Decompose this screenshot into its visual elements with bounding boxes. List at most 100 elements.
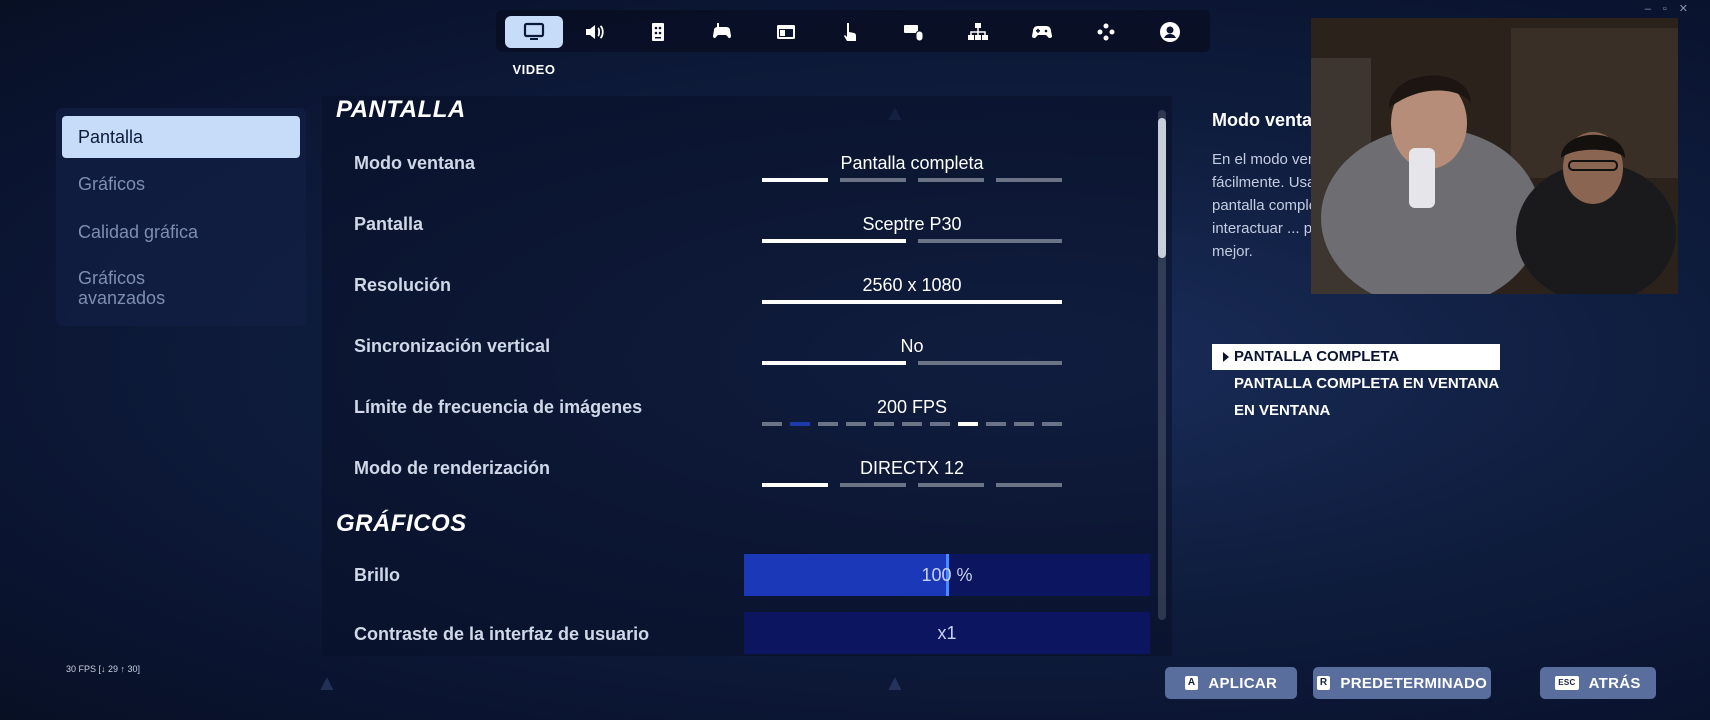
setting-label-brillo: Brillo bbox=[354, 565, 401, 585]
slider-value: 100 % bbox=[921, 565, 973, 585]
setting-label-limite-fps: Límite de frecuencia de imágenes bbox=[354, 397, 643, 417]
option-segment[interactable] bbox=[790, 422, 810, 426]
contraste-slider[interactable]: x1 bbox=[744, 612, 1150, 654]
decor-triangle: ▲ bbox=[316, 670, 338, 695]
option-segment[interactable] bbox=[902, 422, 922, 426]
account-icon bbox=[1160, 22, 1180, 42]
nav-item-graficos-avanzados[interactable]: Gráficos avanzados bbox=[62, 268, 212, 308]
option-segment[interactable] bbox=[762, 483, 828, 487]
option-segment[interactable] bbox=[840, 483, 906, 487]
nav-item-graficos[interactable]: Gráficos bbox=[62, 174, 300, 194]
option-segment[interactable] bbox=[762, 239, 906, 243]
fps-counter: 30 FPS [↓ 29 ↑ 30] bbox=[66, 664, 141, 674]
brillo-slider[interactable]: 100 % bbox=[744, 554, 1150, 596]
setting-value-pantalla[interactable]: Sceptre P30 bbox=[762, 214, 1062, 235]
tab-network[interactable] bbox=[949, 16, 1007, 48]
tab-gamepad[interactable] bbox=[1013, 16, 1071, 48]
setting-value-modo-ventana[interactable]: Pantalla completa bbox=[762, 153, 1062, 174]
option-pantalla-completa[interactable]: PANTALLA COMPLETA bbox=[1212, 344, 1500, 370]
option-segment[interactable] bbox=[986, 422, 1006, 426]
setting-value-sincronizacion[interactable]: No bbox=[762, 336, 1062, 357]
window-controls[interactable]: –▫✕ bbox=[1645, 2, 1700, 15]
tab-accessibility[interactable] bbox=[629, 16, 687, 48]
setting-segments[interactable] bbox=[762, 483, 1062, 487]
option-segment[interactable] bbox=[874, 422, 894, 426]
option-segment[interactable] bbox=[840, 178, 906, 182]
active-tab-caption: VIDEO bbox=[512, 62, 556, 77]
setting-value-limite-fps[interactable]: 200 FPS bbox=[762, 397, 1062, 418]
section-title-pantalla: PANTALLA bbox=[336, 96, 466, 123]
settings-scrollbar[interactable] bbox=[1158, 110, 1166, 620]
touch-hand-icon bbox=[844, 23, 856, 41]
setting-value-modo-renderizacion[interactable]: DIRECTX 12 bbox=[762, 458, 1062, 479]
option-segment[interactable] bbox=[846, 422, 866, 426]
predeterminado-button[interactable]: R PREDETERMINADO bbox=[1313, 667, 1491, 699]
section-title-graficos: GRÁFICOS bbox=[336, 510, 467, 537]
accessibility-icon bbox=[652, 23, 664, 41]
tab-video[interactable] bbox=[505, 16, 563, 48]
tab-controller-settings[interactable] bbox=[693, 16, 751, 48]
setting-segments[interactable] bbox=[762, 178, 1062, 182]
tab-audio[interactable] bbox=[565, 16, 623, 48]
settings-tab-bar bbox=[496, 10, 1210, 52]
option-segment[interactable] bbox=[762, 361, 906, 365]
key-hint: A bbox=[1184, 676, 1199, 690]
setting-label-pantalla: Pantalla bbox=[354, 214, 424, 234]
tab-touch[interactable] bbox=[821, 16, 879, 48]
setting-label-sincronizacion: Sincronización vertical bbox=[354, 336, 551, 356]
key-hint: R bbox=[1316, 676, 1331, 690]
gamepad-icon bbox=[1032, 26, 1052, 39]
window-icon bbox=[777, 25, 795, 39]
setting-label-resolucion: Resolución bbox=[354, 275, 452, 295]
option-segment[interactable] bbox=[918, 178, 984, 182]
option-segment[interactable] bbox=[762, 300, 1062, 304]
option-segment[interactable] bbox=[918, 239, 1062, 243]
button-label: ATRÁS bbox=[1588, 674, 1641, 692]
option-segment[interactable] bbox=[996, 178, 1062, 182]
option-en-ventana[interactable]: EN VENTANA bbox=[1212, 398, 1500, 424]
monitor-icon bbox=[523, 22, 545, 40]
controller-touch-icon bbox=[713, 23, 731, 39]
webcam-video-image bbox=[1311, 18, 1678, 294]
key-hint: ESC bbox=[1555, 676, 1579, 690]
nav-item-calidad-grafica[interactable]: Calidad gráfica bbox=[62, 222, 300, 242]
settings-panel: PANTALLA Modo ventana Pantalla completa … bbox=[322, 96, 1172, 656]
setting-segments[interactable] bbox=[762, 300, 1062, 304]
option-segment[interactable] bbox=[958, 422, 978, 426]
setting-value-resolucion[interactable]: 2560 x 1080 bbox=[762, 275, 1062, 296]
left-nav: Pantalla Gráficos Calidad gráfica Gráfic… bbox=[56, 108, 306, 326]
tab-interface[interactable] bbox=[757, 16, 815, 48]
option-segment[interactable] bbox=[1042, 422, 1062, 426]
button-label: PREDETERMINADO bbox=[1340, 674, 1488, 692]
option-segment[interactable] bbox=[762, 422, 782, 426]
network-icon bbox=[968, 23, 988, 40]
option-pantalla-completa-ventana[interactable]: PANTALLA COMPLETA EN VENTANA bbox=[1212, 371, 1500, 397]
aplicar-button[interactable]: A APLICAR bbox=[1165, 667, 1297, 699]
setting-label-modo-ventana: Modo ventana bbox=[354, 153, 476, 173]
webcam-overlay bbox=[1311, 18, 1678, 294]
option-segment[interactable] bbox=[918, 361, 1062, 365]
setting-label-contraste: Contraste de la interfaz de usuario bbox=[354, 624, 650, 644]
slider-value: x1 bbox=[937, 623, 957, 643]
dpad-icon bbox=[1097, 23, 1115, 41]
setting-segments[interactable] bbox=[762, 239, 1062, 243]
setting-segments[interactable] bbox=[762, 422, 1062, 426]
setting-label-modo-renderizacion: Modo de renderización bbox=[354, 458, 551, 478]
option-segment[interactable] bbox=[930, 422, 950, 426]
option-segment[interactable] bbox=[918, 483, 984, 487]
tab-controller-layout[interactable] bbox=[1077, 16, 1135, 48]
decor-triangle: ▲ bbox=[884, 670, 906, 695]
tab-keyboard-mouse[interactable] bbox=[885, 16, 943, 48]
tab-account[interactable] bbox=[1141, 16, 1199, 48]
option-segment[interactable] bbox=[818, 422, 838, 426]
button-label: APLICAR bbox=[1208, 674, 1278, 692]
option-segment[interactable] bbox=[1014, 422, 1034, 426]
speaker-icon bbox=[586, 25, 604, 39]
keyboard-mouse-icon bbox=[904, 25, 924, 42]
option-segment[interactable] bbox=[762, 178, 828, 182]
option-segment[interactable] bbox=[996, 483, 1062, 487]
setting-segments[interactable] bbox=[762, 361, 1062, 365]
nav-item-pantalla[interactable]: Pantalla bbox=[62, 116, 300, 158]
atras-button[interactable]: ESC ATRÁS bbox=[1540, 667, 1656, 699]
scrollbar-thumb[interactable] bbox=[1158, 118, 1166, 258]
